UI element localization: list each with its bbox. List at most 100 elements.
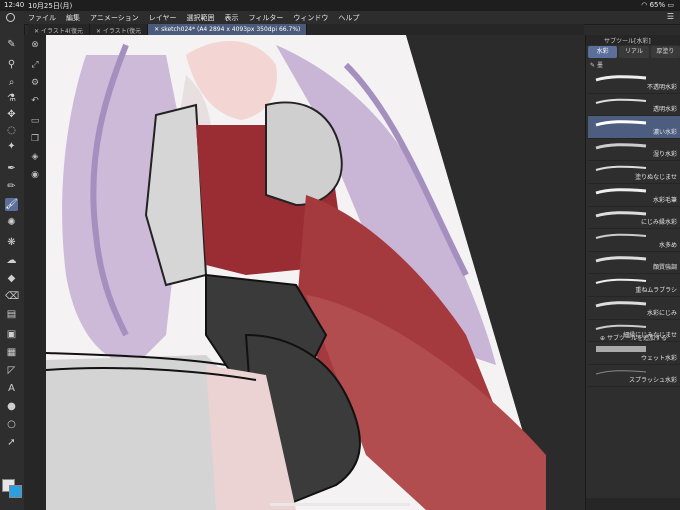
pen-icon[interactable]: ✒ [5,162,18,175]
menu-file[interactable]: ファイル [28,13,56,23]
brush-name: 水多め [658,241,677,249]
pen-nib-icon[interactable]: ✎ [5,38,18,51]
brush-icon[interactable]: 🖌 [5,198,18,211]
tab-document[interactable]: ✕ イラスト(復元 [90,24,149,35]
brush-name: 湿り水彩 [652,151,677,159]
tab-document[interactable]: ✕ イラスト4(復元 [28,24,90,35]
brush-icon: ✎ [590,62,596,69]
battery-percent: 65% [649,1,666,9]
decoration-icon[interactable]: ❋ [5,236,18,249]
app-logo-icon[interactable] [6,13,15,22]
move-icon[interactable]: ✥ [5,108,18,121]
artwork[interactable] [46,35,584,510]
brush-item[interactable]: 透明水彩 [588,93,680,117]
brush-item[interactable]: 湿り水彩 [588,138,680,162]
text-icon[interactable]: A [5,382,18,395]
frame-icon[interactable]: ▦ [5,346,18,359]
operation-icon[interactable]: ➚ [5,436,18,449]
wifi-icon: ◠ [641,1,648,9]
fill-icon[interactable]: ◆ [5,272,18,285]
airbrush-icon[interactable]: ✺ [5,216,18,229]
brush-stroke-preview [595,142,647,150]
panel-title: サブツール[水彩] [586,35,680,45]
menu-edit[interactable]: 編集 [66,13,80,23]
brush-name: 透明水彩 [652,106,677,114]
ios-status-bar: 12:40 10月25日(月) ◠ 65% ▭ [0,0,680,11]
lasso-icon[interactable]: ◌ [5,124,18,137]
battery-icon: ▭ [667,1,674,9]
menu-layer[interactable]: レイヤー [149,13,177,23]
blend-icon[interactable]: ☁ [5,254,18,267]
subtab-watercolor[interactable]: 水彩 [588,46,618,58]
brush-stroke-preview [595,255,647,263]
brush-item[interactable]: スプラッシュ水彩 [588,364,680,388]
brush-stroke-preview [595,120,647,127]
brush-item[interactable]: 顔質強調 [588,251,680,275]
magic-wand-icon[interactable]: ✦ [5,140,18,153]
menu-help[interactable]: ヘルプ [338,13,359,23]
brush-name: ウェット水彩 [640,354,677,362]
subtab-real[interactable]: リアル [619,46,649,58]
balloon-icon[interactable]: ● [5,400,18,413]
subtool-panel: サブツール[水彩] 水彩 リアル 厚塗り ✎ 墨 不透明水彩 透明水彩 濃い水彩… [585,35,680,510]
brush-item-selected[interactable]: 濃い水彩 [588,116,680,139]
menu-window[interactable]: ウィンドウ [293,13,328,23]
hamburger-menu-icon[interactable]: ☰ [667,12,674,21]
brush-name: 濃い水彩 [652,128,677,136]
gradient-icon[interactable]: ▤ [5,308,18,321]
layers-icon[interactable]: ◈ [29,151,41,163]
status-time: 12:40 [4,1,25,9]
menu-view[interactable]: 表示 [225,13,239,23]
add-subtool-button[interactable]: ⊕ サブツールを追加する [586,333,680,342]
zoom-search-icon[interactable]: ⌕ [5,76,18,89]
brush-name: にじみ縁水彩 [640,219,677,227]
close-icon[interactable]: ⊗ [29,39,41,51]
folder-icon[interactable]: ▭ [29,115,41,127]
tool-palette: ✎ ⚲ ⌕ ⚗ ✥ ◌ ✦ ✒ ✏ 🖌 ✺ ❋ ☁ ◆ ⌫ ▤ ▣ ▦ ◸ A … [0,24,25,510]
brush-stroke-preview [595,188,647,195]
brush-item[interactable]: 水彩毛筆 [588,183,680,207]
eyedropper-icon[interactable]: ⚗ [5,92,18,105]
brush-item[interactable]: にじみ縁水彩 [588,206,680,230]
sub-color-swatch[interactable] [9,485,22,498]
zoom-icon[interactable]: ⚲ [5,58,18,71]
brush-item[interactable]: 水彩にじみ [588,296,680,320]
brush-stroke-preview [595,301,647,308]
brush-item[interactable]: 塗りぬなじませ [588,161,680,184]
settings-icon[interactable]: ⚙ [29,77,41,89]
menu-animation[interactable]: アニメーション [90,13,139,23]
drawing-canvas[interactable] [46,35,584,510]
brush-stroke-preview [595,75,647,82]
brush-stroke-preview [595,233,647,240]
brush-name: 塗りぬなじませ [635,173,677,181]
plus-icon: ⊕ [600,335,606,342]
document-tabs: ✕ イラスト4(復元 ✕ イラスト(復元 ✕ sketch024* (A4 28… [28,24,584,35]
eraser-icon[interactable]: ⌫ [5,290,19,303]
brush-item[interactable]: 重ねムラブラシ [588,274,680,297]
undo-icon[interactable]: ↶ [29,95,41,107]
brush-name: 重ねムラブラシ [635,286,677,294]
copy-icon[interactable]: ❐ [29,133,41,145]
subtab-thick-paint[interactable]: 厚塗り [650,46,680,58]
menu-selection[interactable]: 選択範囲 [187,13,215,23]
menu-filter[interactable]: フィルター [249,13,284,23]
status-date: 10月25日(月) [28,2,73,10]
brush-name: 水彩毛筆 [652,196,677,204]
subtool-group-label: ✎ 墨 [590,62,603,69]
circle-icon[interactable]: ○ [5,418,18,431]
brush-name: 不透明水彩 [646,83,677,91]
ruler-icon[interactable]: ◸ [5,364,18,377]
home-indicator[interactable] [270,503,410,506]
brush-item[interactable]: 不透明水彩 [588,71,680,94]
tab-document-active[interactable]: ✕ sketch024* (A4 2894 x 4093px 350dpi 66… [148,24,308,35]
camera-icon[interactable]: ◉ [29,169,41,181]
panel-footer [586,498,680,510]
brush-item[interactable]: 水多め [588,229,680,252]
brush-item[interactable]: ウェット水彩 [588,342,680,365]
figure-icon[interactable]: ▣ [5,328,18,341]
brush-stroke-preview [595,98,647,104]
transform-icon[interactable]: ⤢ [29,59,41,71]
status-battery: ◠ 65% ▭ [641,1,674,9]
menu-bar: ファイル 編集 アニメーション レイヤー 選択範囲 表示 フィルター ウィンドウ… [0,11,680,25]
pencil-icon[interactable]: ✏ [5,180,18,193]
